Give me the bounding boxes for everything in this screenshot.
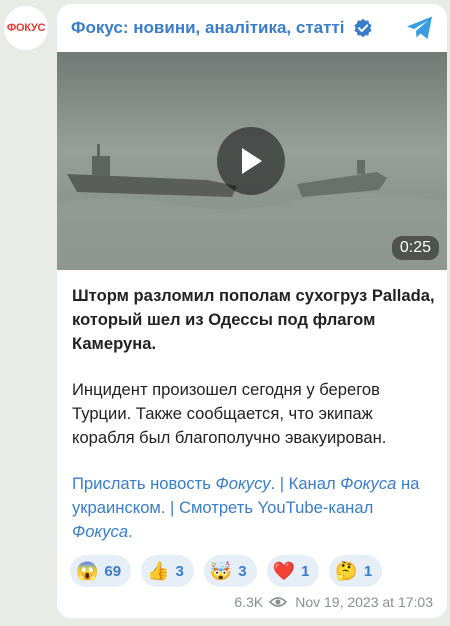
reaction-count: 1 [363, 562, 373, 580]
verified-badge-icon [353, 18, 373, 38]
reaction-thinking[interactable]: 🤔 1 [329, 555, 383, 587]
telegram-plane-icon[interactable] [405, 14, 435, 47]
reaction-thumbs-up[interactable]: 👍 3 [141, 555, 194, 587]
play-button[interactable] [217, 127, 285, 195]
message-date: Nov 19, 2023 at 17:03 [295, 594, 433, 610]
link-separator-1: . | Канал [270, 474, 336, 493]
avatar-logo-text: ФОКУС [6, 22, 46, 34]
reaction-mind-blown[interactable]: 🤯 3 [203, 555, 257, 587]
reaction-heart[interactable]: ❤️ 1 [266, 555, 320, 587]
eye-icon [269, 596, 288, 608]
channel-avatar[interactable]: ФОКУС [4, 6, 48, 50]
link-send-news-italic[interactable]: Фокусу [216, 474, 271, 493]
link-youtube-italic[interactable]: Фокуса [72, 522, 128, 541]
thumbs-up-emoji-icon: 👍 [147, 560, 170, 581]
reaction-count: 69 [104, 562, 122, 580]
message-card: Фокус: новини, аналітика, статті 0:25 Шт… [57, 4, 447, 618]
post-body: Инцидент произошел сегодня у берегов Тур… [72, 380, 387, 447]
message-text: Шторм разломил пополам сухогруз Pallada,… [72, 284, 437, 544]
thinking-emoji-icon: 🤔 [335, 560, 358, 581]
play-icon [242, 148, 262, 174]
channel-title[interactable]: Фокус: новини, аналітика, статті [71, 18, 345, 38]
reaction-count: 3 [238, 562, 247, 580]
reaction-count: 3 [175, 562, 184, 580]
mind-blown-emoji-icon: 🤯 [209, 560, 233, 581]
video-player[interactable]: 0:25 [57, 52, 447, 270]
view-count: 6.3K [234, 594, 264, 610]
post-links: Прислать новость Фокусу. | Канал Фокуса … [72, 472, 437, 544]
link-end: . [128, 522, 133, 541]
message-header: Фокус: новини, аналітика, статті [57, 4, 447, 52]
heart-emoji-icon: ❤️ [272, 560, 296, 581]
reaction-count: 1 [301, 562, 310, 580]
post-headline: Шторм разломил пополам сухогруз Pallada,… [72, 286, 435, 353]
scream-emoji-icon: 😱 [76, 560, 99, 581]
link-channel-italic[interactable]: Фокуса [340, 474, 396, 493]
link-send-news[interactable]: Прислать новость [72, 474, 211, 493]
message-meta: 6.3K Nov 19, 2023 at 17:03 [234, 594, 433, 610]
link-separator-2[interactable]: . | Смотреть YouTube-канал [161, 498, 373, 517]
reaction-scream[interactable]: 😱 69 [70, 555, 132, 587]
reactions-bar: 😱 69 👍 3 🤯 3 ❤️ 1 🤔 1 [70, 555, 383, 587]
video-duration: 0:25 [391, 236, 439, 260]
